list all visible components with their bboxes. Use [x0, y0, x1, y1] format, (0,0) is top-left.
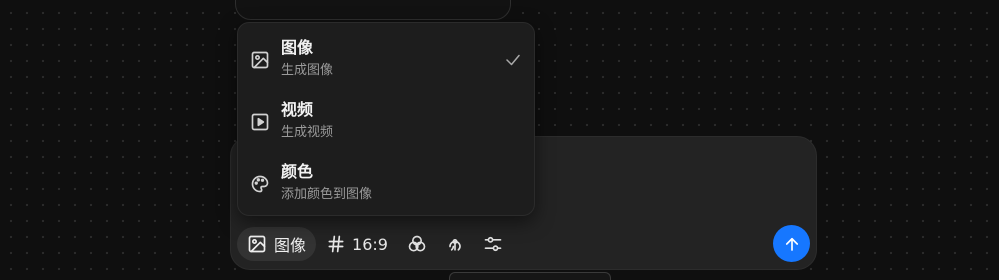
mode-dropdown-menu: 图像 生成图像 视频 生成视频 颜色 添加颜色到图像 [237, 22, 535, 216]
video-play-icon [251, 113, 269, 131]
menu-item-title: 颜色 [281, 162, 314, 181]
menu-item-color[interactable]: 颜色 添加颜色到图像 [238, 150, 534, 212]
mode-label: 图像 [274, 236, 307, 255]
image-icon [248, 235, 266, 253]
menu-item-subtitle: 生成视频 [281, 125, 334, 140]
menu-item-video[interactable]: 视频 生成视频 [238, 88, 534, 150]
mode-select-button[interactable]: 图像 [237, 227, 317, 261]
composer-toolbar: 图像 16:9 [237, 227, 510, 261]
image-icon [251, 51, 269, 69]
previous-prompt-card [235, 0, 511, 20]
aspect-ratio-label: 16:9 [352, 234, 388, 254]
color-drop-icon [449, 239, 461, 251]
menu-item-title: 视频 [281, 100, 314, 119]
settings-button[interactable] [476, 227, 510, 261]
aspect-ratio-button[interactable]: 16:9 [318, 227, 396, 261]
menu-item-image[interactable]: 图像 生成图像 [238, 26, 534, 88]
menu-item-subtitle: 添加颜色到图像 [281, 187, 373, 202]
bottom-drawer-handle[interactable] [449, 272, 611, 280]
palette-icon [251, 175, 269, 193]
style-button[interactable] [400, 227, 434, 261]
menu-item-title: 图像 [281, 38, 314, 57]
send-button[interactable] [773, 225, 810, 262]
check-icon [506, 54, 520, 66]
style-icon [408, 235, 426, 252]
menu-item-subtitle: 生成图像 [281, 63, 334, 78]
hash-icon [328, 235, 344, 253]
settings-sliders-icon [484, 236, 502, 252]
color-button[interactable] [438, 227, 472, 261]
arrow-up-icon [785, 237, 798, 251]
